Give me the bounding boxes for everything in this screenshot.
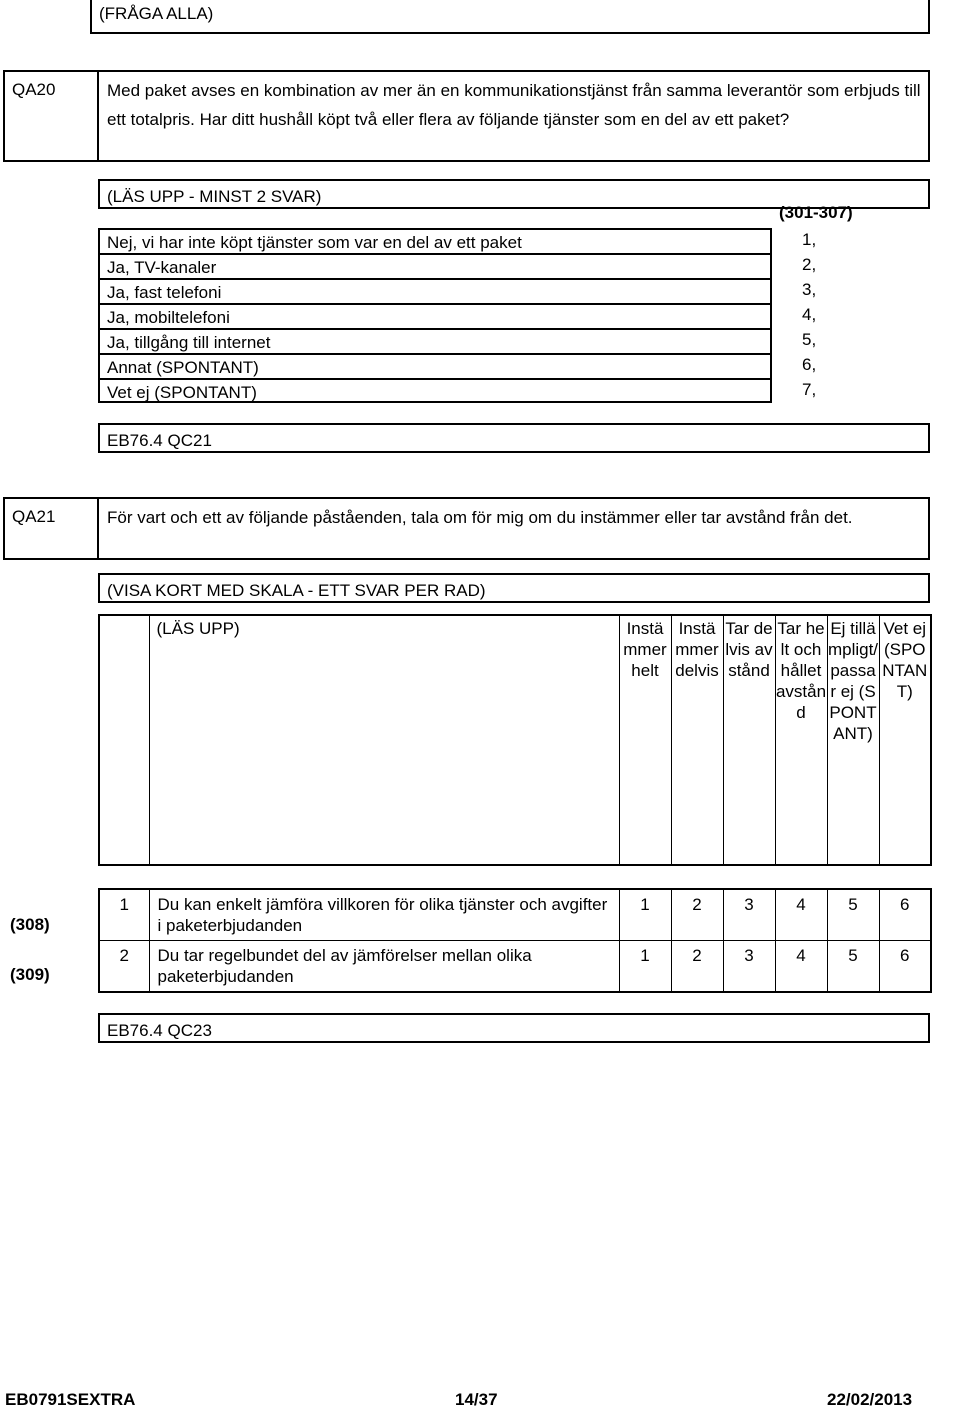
source-reference-box-qc23: EB76.4 QC23 [98,1013,930,1043]
scale-option[interactable]: 1 [618,888,672,941]
answer-code: 7, [802,380,817,399]
statement-text: Du kan enkelt jämföra villkoren för olik… [148,888,620,941]
footer-survey-id: EB0791SEXTRA [5,1390,136,1409]
answer-code: 4, [802,305,817,324]
question-id-qa20: QA20 [5,72,99,160]
answer-option[interactable]: Ja, mobiltelefoni [98,303,772,328]
scale-header-4: Tar helt och hållet avstånd [774,614,828,866]
answer-code: 2, [802,255,817,274]
answer-code: 1, [802,230,817,249]
answer-code-list-qa20: 1, 2, 3, 4, 5, 6, 7, [802,228,862,403]
statement-table: 1 Du kan enkelt jämföra villkoren för ol… [98,888,932,993]
scale-header-5: Ej tillämpligt/ passar ej (SPONTANT) [826,614,880,866]
source-reference-box-qc21: EB76.4 QC21 [98,423,930,453]
scale-header-3: Tar delvis avstånd [722,614,776,866]
instruction-text-qa20-read: (LÄS UPP - MINST 2 SVAR) [107,187,322,206]
table-row: 1 Du kan enkelt jämföra villkoren för ol… [98,888,932,941]
scale-header-row: (LÄS UPP) Instämmer helt Instämmer delvi… [98,614,932,866]
answer-code: 3, [802,280,817,299]
header-spacer-cell [98,614,150,866]
instruction-box-visa-kort: (VISA KORT MED SKALA - ETT SVAR PER RAD) [98,573,930,603]
scale-header-1: Instämmer helt [618,614,672,866]
scale-option[interactable]: 2 [670,888,724,941]
instruction-text: (FRÅGA ALLA) [99,4,214,23]
side-code-309: (309) [10,965,50,984]
scale-option[interactable]: 5 [826,888,880,941]
answer-option[interactable]: Ja, fast telefoni [98,278,772,303]
statement-number: 2 [98,940,150,993]
questionnaire-page: (FRÅGA ALLA) QA20 Med paket avses en kom… [0,0,960,1423]
footer-page-number: 14/37 [455,1390,498,1409]
statement-text: Du tar regelbundet del av jämförelser me… [148,940,620,993]
footer-date: 22/02/2013 [827,1390,913,1409]
side-code-308: (308) [10,915,50,934]
question-text-qa20: Med paket avses en kombination av mer än… [107,81,921,129]
answer-option[interactable]: Ja, tillgång till internet [98,328,772,353]
scale-option[interactable]: 2 [670,940,724,993]
answer-code: 6, [802,355,817,374]
question-block-qa20: QA20 Med paket avses en kombination av m… [3,70,930,162]
answer-option[interactable]: Vet ej (SPONTANT) [98,378,772,403]
scale-option[interactable]: 4 [774,940,828,993]
code-range-label-qa20: (301-307) [779,203,853,222]
scale-option[interactable]: 4 [774,888,828,941]
statement-number: 1 [98,888,150,941]
scale-header-2: Instämmer delvis [670,614,724,866]
scale-option[interactable]: 3 [722,888,776,941]
question-text-qa21: För vart och ett av följande påståenden,… [107,508,853,527]
answer-option[interactable]: Annat (SPONTANT) [98,353,772,378]
scale-option[interactable]: 6 [878,940,932,993]
scale-option[interactable]: 3 [722,940,776,993]
scale-header-table: (LÄS UPP) Instämmer helt Instämmer delvi… [98,614,932,866]
table-row: 2 Du tar regelbundet del av jämförelser … [98,940,932,993]
scale-option[interactable]: 5 [826,940,880,993]
question-block-qa21: QA21 För vart och ett av följande påståe… [3,497,930,560]
header-read-instruction-cell: (LÄS UPP) [148,614,620,866]
answer-code: 5, [802,330,817,349]
scale-header-6: Vet ej (SPONTANT) [878,614,932,866]
instruction-box-fraga-alla: (FRÅGA ALLA) [90,0,930,34]
source-reference-text: EB76.4 QC23 [107,1021,212,1040]
source-reference-text: EB76.4 QC21 [107,431,212,450]
question-id-qa21: QA21 [5,499,99,558]
answer-option-list-qa20: Nej, vi har inte köpt tjänster som var e… [98,228,772,403]
scale-option[interactable]: 6 [878,888,932,941]
answer-option[interactable]: Nej, vi har inte köpt tjänster som var e… [98,228,772,253]
scale-option[interactable]: 1 [618,940,672,993]
answer-option[interactable]: Ja, TV-kanaler [98,253,772,278]
instruction-text-qa21-card: (VISA KORT MED SKALA - ETT SVAR PER RAD) [107,581,486,600]
